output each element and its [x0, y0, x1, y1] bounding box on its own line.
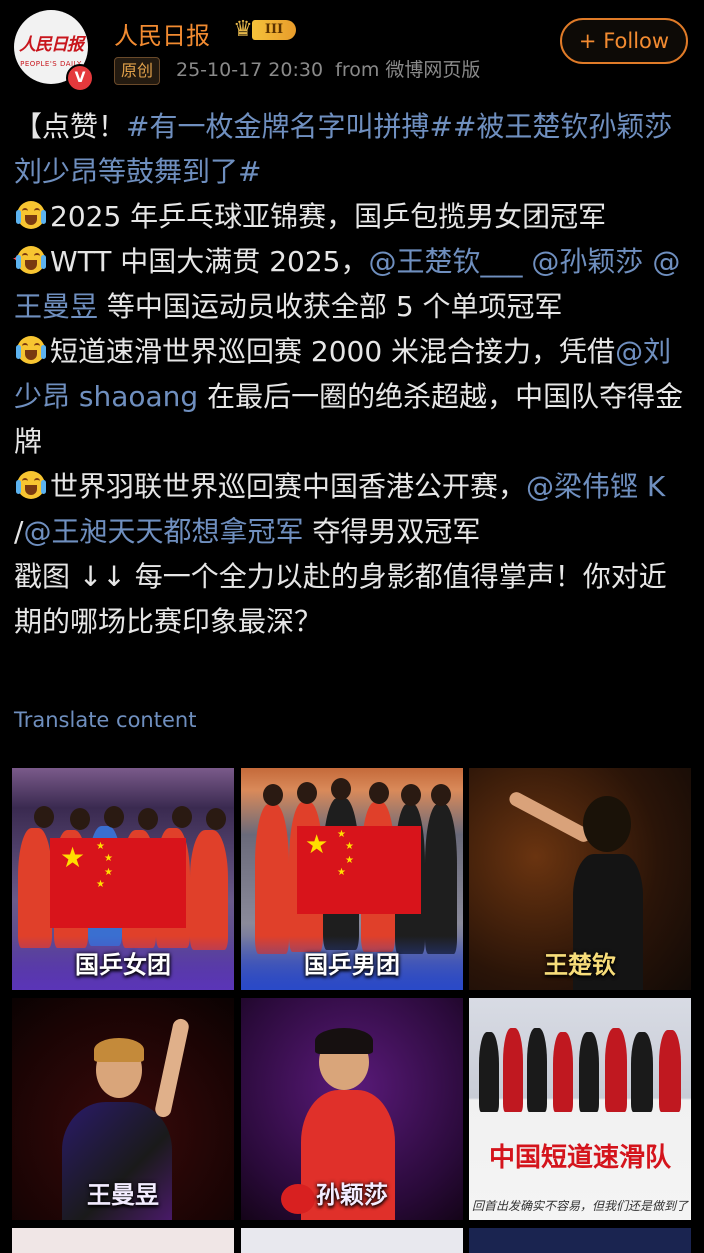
mention-link[interactable]: @王楚钦___ — [368, 245, 522, 278]
flag-star: ★ — [305, 830, 329, 860]
athlete-head — [263, 784, 283, 806]
account-name[interactable]: 人民日报 — [114, 16, 210, 51]
athlete-figure — [579, 1032, 599, 1112]
post-line-item: 短道速滑世界巡回赛 2000 米混合接力，凭借@刘少昂 shaoang 在最后一… — [14, 329, 692, 464]
athlete-head — [331, 778, 351, 800]
mention-link[interactable]: @王昶天天都想拿冠军 — [23, 515, 303, 548]
image-tile-partial[interactable] — [469, 1228, 691, 1253]
athlete-arm — [506, 789, 594, 845]
image-tile[interactable]: 孙颖莎 — [241, 998, 463, 1220]
post-line-topics: 【点赞！#有一枚金牌名字叫拼搏##被王楚钦孙颖莎刘少昂等鼓舞到了# — [14, 104, 692, 194]
image-caption: 中国短道速滑队 — [488, 1143, 671, 1173]
post-line-item: 世界羽联世界巡回赛中国香港公开赛，@梁伟铿 K /@王昶天天都想拿冠军 夺得男双… — [14, 464, 692, 554]
post-line-closing: 戳图 ↓↓ 每一个全力以赴的身影都值得掌声！你对近期的哪场比赛印象最深？ — [14, 560, 667, 638]
china-flag: ★ ★ ★ ★ ★ — [50, 838, 186, 928]
flag-star: ★ — [60, 841, 86, 874]
athlete-head — [34, 806, 54, 828]
level-label: III — [252, 20, 296, 40]
post-text: 夺得男双冠军 — [312, 515, 481, 548]
image-tile-partial[interactable] — [12, 1228, 234, 1253]
image-caption: 国乒男团 — [304, 951, 400, 979]
post-text: 世界羽联世界巡回赛中国香港公开赛， — [50, 470, 527, 503]
athlete-head — [70, 808, 90, 830]
athlete-head — [172, 806, 192, 828]
athlete-head — [369, 782, 389, 804]
flag-star: ★ — [104, 867, 113, 878]
image-tile[interactable]: 中国短道速滑队 回首出发确实不容易，但我们还是做到了 — [469, 998, 691, 1220]
post-text: 等中国运动员收获全部 5 个单项冠军 — [106, 290, 563, 323]
athlete-hair — [94, 1038, 144, 1062]
athlete-arm — [153, 1017, 191, 1119]
athlete-head — [431, 784, 451, 806]
post-text: 2025 年乒乓球亚锦赛，国乒包揽男女团冠军 — [50, 200, 607, 233]
athlete-figure — [631, 1032, 653, 1112]
post-body: 【点赞！#有一枚金牌名字叫拼搏##被王楚钦孙颖莎刘少昂等鼓舞到了# 2025 年… — [12, 104, 692, 644]
athlete-figure — [255, 804, 289, 954]
athlete-figure — [190, 830, 228, 950]
cry-emoji-icon: ✦ — [12, 243, 48, 277]
mention-link[interactable]: @梁伟铿 K — [526, 470, 665, 503]
post-meta: 25-10-17 20:30 from 微博网页版 — [176, 57, 480, 83]
image-tile-partial[interactable] — [241, 1228, 463, 1253]
flag-star: ★ — [96, 879, 105, 890]
image-caption: 国乒女团 — [75, 951, 171, 979]
athlete-head — [104, 806, 124, 828]
image-tile[interactable]: ★ ★ ★ ★ ★ 国乒男团 — [241, 768, 463, 990]
follow-button[interactable]: + Follow — [560, 18, 688, 64]
post-text: WTT 中国大满贯 2025， — [50, 245, 369, 278]
image-caption: 孙颖莎 — [316, 1181, 388, 1209]
image-subcaption: 回首出发确实不容易，但我们还是做到了 — [471, 1199, 688, 1213]
verified-icon: V — [66, 64, 94, 92]
athlete-figure — [479, 1032, 499, 1112]
post-timestamp: 25-10-17 20:30 — [176, 59, 324, 81]
athlete-head — [297, 782, 317, 804]
athlete-figure — [18, 828, 52, 948]
flag-star: ★ — [96, 841, 105, 852]
post-source: from 微博网页版 — [335, 59, 481, 81]
athlete-head — [583, 796, 631, 852]
post-text: 短道速滑世界巡回赛 2000 米混合接力，凭借 — [50, 335, 616, 368]
athlete-figure — [659, 1030, 681, 1112]
athlete-figure — [503, 1028, 523, 1112]
image-tile[interactable]: 王曼昱 — [12, 998, 234, 1220]
cry-emoji-icon — [14, 333, 48, 367]
image-tile[interactable]: 王楚钦 — [469, 768, 691, 990]
cry-emoji-icon — [14, 468, 48, 502]
avatar-logo-text: 人民日报 — [19, 35, 84, 55]
athlete-hair — [315, 1028, 373, 1054]
athlete-figure — [425, 804, 457, 954]
flag-star: ★ — [337, 867, 346, 878]
athlete-figure — [553, 1032, 573, 1112]
image-caption: 王楚钦 — [544, 951, 616, 979]
athlete-figure — [527, 1028, 547, 1112]
post-header: 人民日报 PEOPLE'S DAILY V 人民日报 ♛ III 原创 25-1… — [0, 0, 704, 95]
athlete-head — [138, 808, 158, 830]
flag-star: ★ — [345, 855, 354, 866]
athlete-head — [206, 808, 226, 830]
post-line-item: 2025 年乒乓球亚锦赛，国乒包揽男女团冠军 — [14, 194, 692, 239]
translate-link[interactable]: Translate content — [14, 708, 196, 732]
athlete-head — [401, 784, 421, 806]
china-flag: ★ ★ ★ ★ ★ — [297, 826, 421, 914]
topic-link[interactable]: #有一枚金牌名字叫拼搏# — [126, 110, 453, 143]
member-level-badge[interactable]: ♛ III — [228, 17, 300, 43]
cry-emoji-icon — [14, 198, 48, 232]
mention-link[interactable]: @孙颖莎 — [531, 245, 643, 278]
original-tag: 原创 — [114, 57, 161, 85]
image-tile[interactable]: ★ ★ ★ ★ ★ 国乒女团 — [12, 768, 234, 990]
flag-star: ★ — [337, 829, 346, 840]
post-line-item: ✦WTT 中国大满贯 2025，@王楚钦___ @孙颖莎 @王曼昱 等中国运动员… — [12, 239, 692, 329]
flag-star: ★ — [104, 853, 113, 864]
flag-star: ★ — [345, 841, 354, 852]
athlete-figure — [605, 1028, 627, 1112]
post-text: 【点赞！ — [14, 110, 127, 143]
image-caption: 王曼昱 — [87, 1181, 159, 1209]
